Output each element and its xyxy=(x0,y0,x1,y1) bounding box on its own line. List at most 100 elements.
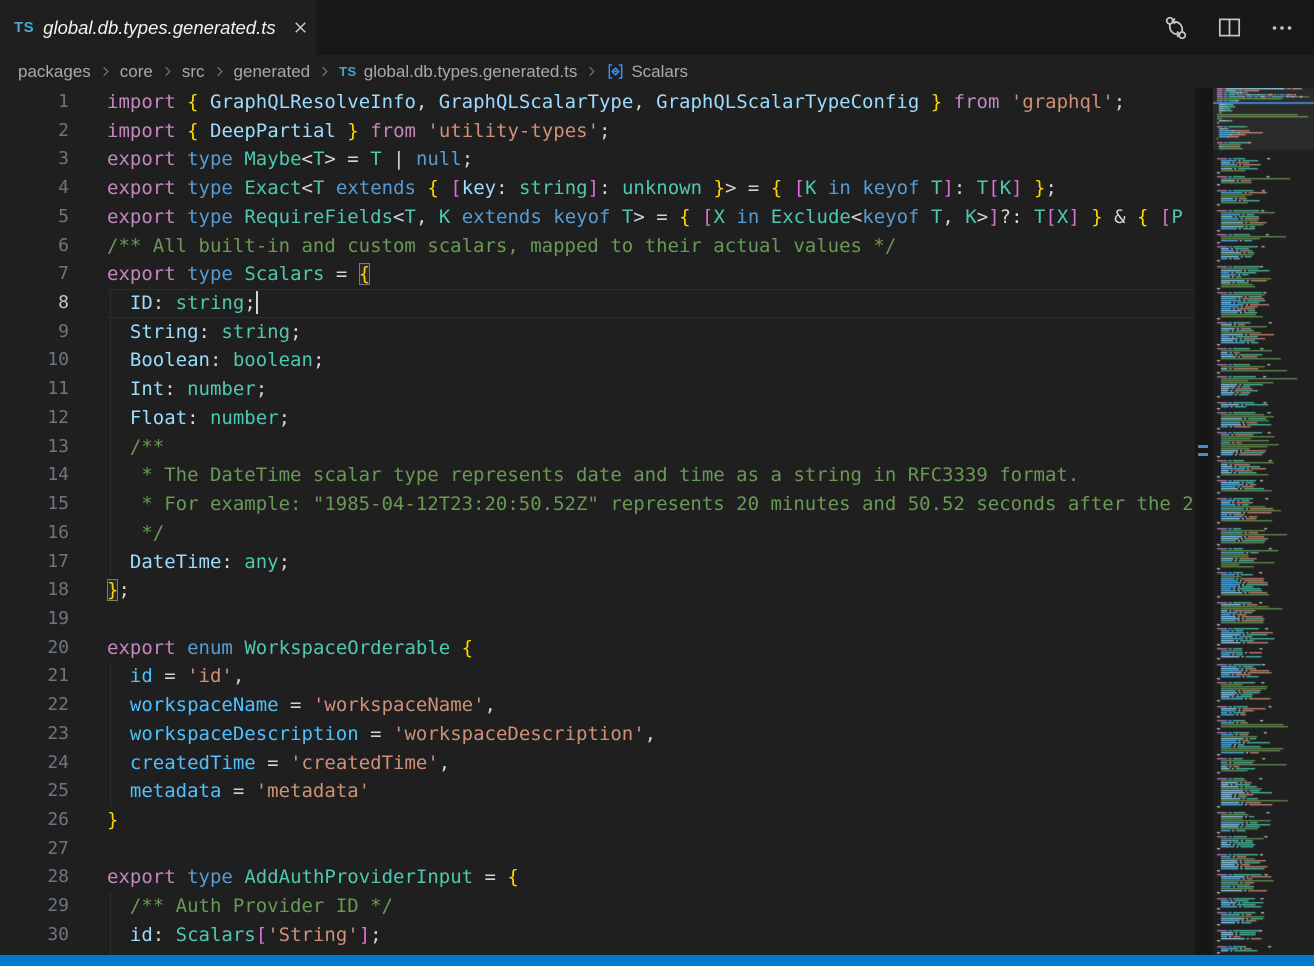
line-number[interactable]: 26 xyxy=(0,806,69,835)
open-changes-icon[interactable] xyxy=(1163,15,1189,41)
code-line-content[interactable]: workspaceDescription = 'workspaceDescrip… xyxy=(107,720,1195,749)
code-line[interactable]: 25 metadata = 'metadata' xyxy=(0,777,1195,806)
code-line-content[interactable]: workspaceName = 'workspaceName', xyxy=(107,691,1195,720)
line-number[interactable]: 10 xyxy=(0,346,69,375)
line-number[interactable]: 18 xyxy=(0,576,69,605)
line-number[interactable]: 15 xyxy=(0,490,69,519)
line-number[interactable]: 27 xyxy=(0,835,69,864)
breadcrumb-item-generated[interactable]: generated xyxy=(234,62,311,82)
code-line[interactable]: 11 Int: number; xyxy=(0,375,1195,404)
close-icon[interactable] xyxy=(292,19,309,36)
minimap[interactable] xyxy=(1213,88,1314,955)
line-number[interactable]: 9 xyxy=(0,318,69,347)
code-line[interactable]: 3export type Maybe<T> = T | null; xyxy=(0,145,1195,174)
line-number[interactable]: 1 xyxy=(0,88,69,117)
code-line[interactable]: 17 DateTime: any; xyxy=(0,548,1195,577)
code-line-content[interactable]: String: string; xyxy=(107,318,1195,347)
code-line-content[interactable]: } xyxy=(107,806,1195,835)
code-line[interactable]: 10 Boolean: boolean; xyxy=(0,346,1195,375)
line-number[interactable]: 19 xyxy=(0,605,69,634)
line-number[interactable]: 7 xyxy=(0,260,69,289)
code-line-content[interactable]: ID: string; xyxy=(107,289,1195,318)
code-line[interactable]: 24 createdTime = 'createdTime', xyxy=(0,749,1195,778)
code-line[interactable]: 7 export type Scalars = { xyxy=(0,260,1195,289)
code-editor[interactable]: 1import { GraphQLResolveInfo, GraphQLSca… xyxy=(0,88,1195,966)
breadcrumb-item-packages[interactable]: packages xyxy=(18,62,91,82)
line-number[interactable]: 2 xyxy=(0,117,69,146)
code-line[interactable]: 9 String: string; xyxy=(0,318,1195,347)
more-actions-icon[interactable] xyxy=(1270,16,1294,40)
line-number[interactable]: 14 xyxy=(0,461,69,490)
code-line[interactable]: 28 export type AddAuthProviderInput = { xyxy=(0,863,1195,892)
editor-scrollbar[interactable] xyxy=(1195,88,1213,955)
code-line-content[interactable]: id: Scalars['String']; xyxy=(107,921,1195,950)
code-line[interactable]: 2 import { DeepPartial } from 'utility-ty… xyxy=(0,117,1195,146)
code-line-content[interactable]: export type RequireFields<T, K extends k… xyxy=(107,203,1195,232)
code-line[interactable]: 20 export enum WorkspaceOrderable { xyxy=(0,634,1195,663)
code-line[interactable]: 19 xyxy=(0,605,1195,634)
code-line[interactable]: 23 workspaceDescription = 'workspaceDesc… xyxy=(0,720,1195,749)
line-number[interactable]: 20 xyxy=(0,634,69,663)
breadcrumb-item-src[interactable]: src xyxy=(182,62,205,82)
minimap-canvas[interactable] xyxy=(1213,88,1314,955)
code-line[interactable]: 13 /** xyxy=(0,433,1195,462)
code-line-content[interactable]: * For example: "1985-04-12T23:20:50.52Z"… xyxy=(107,490,1195,519)
code-line[interactable]: 15 * For example: "1985-04-12T23:20:50.5… xyxy=(0,490,1195,519)
code-line[interactable]: 18}; xyxy=(0,576,1195,605)
status-bar[interactable] xyxy=(0,955,1314,966)
code-line[interactable]: 8 ID: string; xyxy=(0,289,1195,318)
code-line[interactable]: 1import { GraphQLResolveInfo, GraphQLSca… xyxy=(0,88,1195,117)
code-line-content[interactable]: }; xyxy=(107,576,1195,605)
code-line[interactable]: 5 export type RequireFields<T, K extends … xyxy=(0,203,1195,232)
code-line[interactable]: 30 id: Scalars['String']; xyxy=(0,921,1195,950)
code-line-content[interactable]: /** xyxy=(107,433,1195,462)
code-line-content[interactable]: metadata = 'metadata' xyxy=(107,777,1195,806)
line-number[interactable]: 17 xyxy=(0,548,69,577)
line-number[interactable]: 6 xyxy=(0,232,69,261)
line-number[interactable]: 13 xyxy=(0,433,69,462)
code-line[interactable]: 27 xyxy=(0,835,1195,864)
code-line[interactable]: 14 * The DateTime scalar type represents… xyxy=(0,461,1195,490)
code-line-content[interactable]: export enum WorkspaceOrderable { xyxy=(107,634,1195,663)
code-line[interactable]: 16 */ xyxy=(0,519,1195,548)
code-line-content[interactable] xyxy=(107,835,1195,864)
line-number[interactable]: 28 xyxy=(0,863,69,892)
code-line-content[interactable]: /** All built-in and custom scalars, map… xyxy=(107,232,1195,261)
line-number[interactable]: 5 xyxy=(0,203,69,232)
code-line[interactable]: 22 workspaceName = 'workspaceName', xyxy=(0,691,1195,720)
code-line-content[interactable] xyxy=(107,605,1195,634)
line-number[interactable]: 12 xyxy=(0,404,69,433)
code-line[interactable]: 12 Float: number; xyxy=(0,404,1195,433)
code-line-content[interactable]: Int: number; xyxy=(107,375,1195,404)
code-line-content[interactable]: /** Auth Provider ID */ xyxy=(107,892,1195,921)
line-number[interactable]: 16 xyxy=(0,519,69,548)
line-number[interactable]: 25 xyxy=(0,777,69,806)
code-line-content[interactable]: * The DateTime scalar type represents da… xyxy=(107,461,1195,490)
tab-global-db-types[interactable]: TS global.db.types.generated.ts xyxy=(0,0,316,55)
line-number[interactable]: 3 xyxy=(0,145,69,174)
code-line[interactable]: 4 export type Exact<T extends { [key: str… xyxy=(0,174,1195,203)
code-line-content[interactable]: createdTime = 'createdTime', xyxy=(107,749,1195,778)
code-line-content[interactable]: export type Scalars = { xyxy=(107,260,1195,289)
code-line[interactable]: 21 id = 'id', xyxy=(0,662,1195,691)
line-number[interactable]: 30 xyxy=(0,921,69,950)
code-line-content[interactable]: */ xyxy=(107,519,1195,548)
line-number[interactable]: 21 xyxy=(0,662,69,691)
breadcrumb-item-filename[interactable]: global.db.types.generated.ts xyxy=(364,62,578,82)
breadcrumb-item-core[interactable]: core xyxy=(120,62,153,82)
split-editor-icon[interactable] xyxy=(1217,15,1242,40)
code-line[interactable]: 6 /** All built-in and custom scalars, ma… xyxy=(0,232,1195,261)
code-line-content[interactable]: Boolean: boolean; xyxy=(107,346,1195,375)
code-line[interactable]: 26} xyxy=(0,806,1195,835)
code-line-content[interactable]: export type AddAuthProviderInput = { xyxy=(107,863,1195,892)
line-number[interactable]: 24 xyxy=(0,749,69,778)
line-number[interactable]: 22 xyxy=(0,691,69,720)
code-line-content[interactable]: DateTime: any; xyxy=(107,548,1195,577)
line-number[interactable]: 29 xyxy=(0,892,69,921)
line-number[interactable]: 8 xyxy=(0,289,69,318)
line-number[interactable]: 4 xyxy=(0,174,69,203)
code-line-content[interactable]: export type Exact<T extends { [key: stri… xyxy=(107,174,1195,203)
line-number[interactable]: 23 xyxy=(0,720,69,749)
code-line-content[interactable]: import { DeepPartial } from 'utility-typ… xyxy=(107,117,1195,146)
code-line-content[interactable]: Float: number; xyxy=(107,404,1195,433)
